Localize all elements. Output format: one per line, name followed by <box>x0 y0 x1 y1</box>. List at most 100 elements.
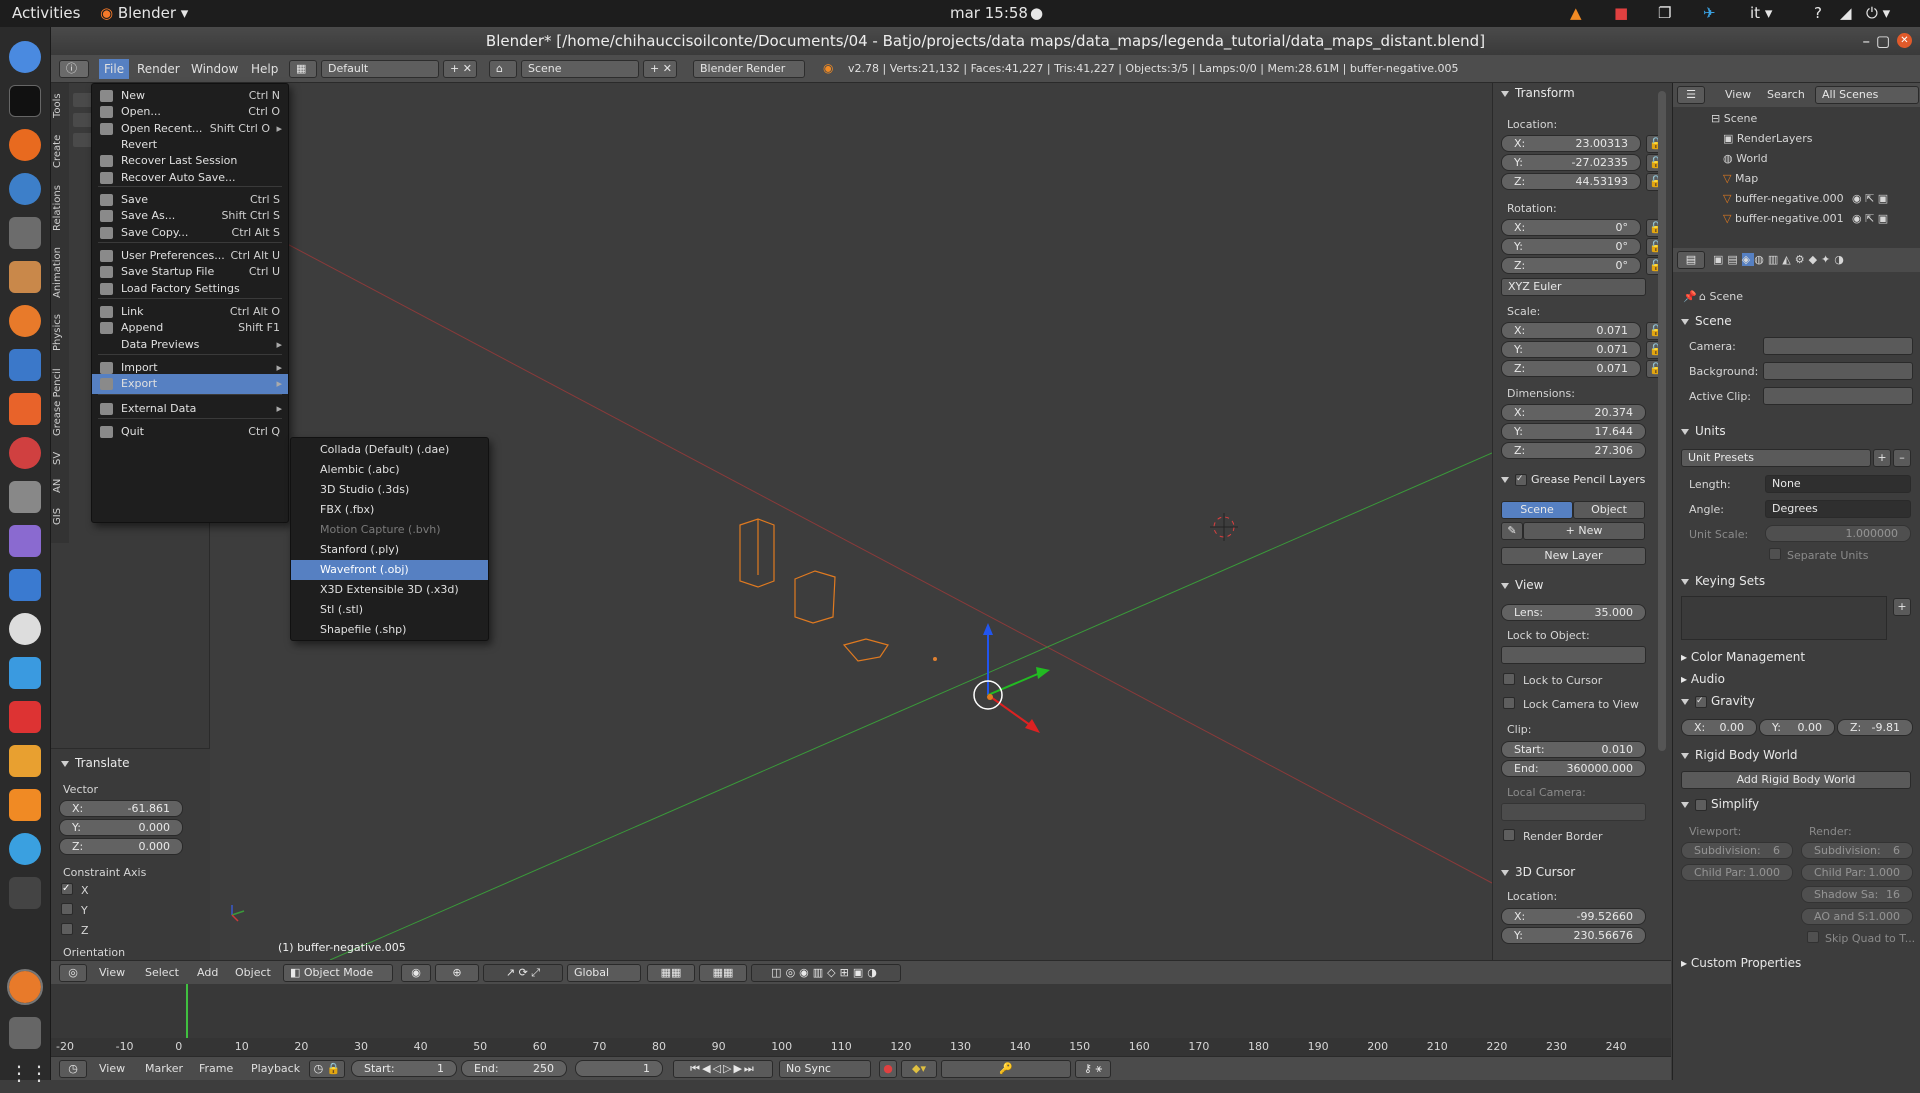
telegram-tray-icon[interactable]: ✈ <box>1703 4 1716 22</box>
vlc-dock-icon[interactable] <box>9 789 41 821</box>
lock-camera-checkbox[interactable] <box>1503 697 1515 709</box>
location-y-field[interactable]: Y: -27.02335 <box>1501 154 1641 171</box>
cursor-y-field[interactable]: Y: 230.56676 <box>1501 927 1646 944</box>
shadow-samples-field[interactable]: Shadow Sa: 16 <box>1801 886 1913 903</box>
menu-file[interactable]: File <box>99 59 130 79</box>
blender-dock-icon[interactable] <box>9 305 41 337</box>
firefox-icon[interactable] <box>9 129 41 161</box>
active-clip-field[interactable] <box>1763 387 1913 405</box>
scale-z-field[interactable]: Z: 0.071 <box>1501 360 1641 377</box>
current-frame-marker[interactable] <box>186 984 188 1038</box>
gp-scene-toggle[interactable]: Scene <box>1501 501 1573 519</box>
recorder-tray-icon[interactable]: ■ <box>1614 4 1628 22</box>
separate-units-checkbox[interactable] <box>1769 548 1781 560</box>
file-menu-item-quit[interactable]: Quit Ctrl Q <box>92 422 288 442</box>
timeline[interactable]: -20 -10 0 10 20 30 40 50 60 70 80 90 100 110 120 130 140… <box>51 984 1671 1056</box>
outliner-editor-icon[interactable]: ☰ <box>1677 86 1705 104</box>
ao-sss-field[interactable]: AO and S: 1.000 <box>1801 908 1913 925</box>
tab-tools[interactable]: Tools <box>52 91 68 121</box>
screen-layout-add-remove[interactable]: + ✕ <box>443 60 477 78</box>
clip-start-field[interactable]: Start: 0.010 <box>1501 741 1646 758</box>
sync-mode-select[interactable]: No Sync <box>779 1060 871 1078</box>
dimension-y-field[interactable]: Y: 17.644 <box>1501 423 1646 440</box>
file-menu-item-recover-auto-save[interactable]: Recover Auto Save... <box>92 168 288 188</box>
export-item-wavefront-obj[interactable]: Wavefront (.obj) <box>291 560 488 580</box>
unit-preset-remove-button[interactable]: – <box>1893 449 1911 467</box>
menu-help[interactable]: Help <box>251 62 278 76</box>
preview-range-toggles[interactable]: ◷ 🔒 <box>309 1060 345 1078</box>
clip-end-field[interactable]: End: 360000.000 <box>1501 760 1646 777</box>
length-select[interactable]: None <box>1765 475 1911 493</box>
gravity-z-field[interactable]: Z: -9.81 <box>1837 719 1913 736</box>
rotation-z-field[interactable]: Z: 0° <box>1501 257 1641 274</box>
export-item-motion-capture-bvh[interactable]: Motion Capture (.bvh) <box>291 520 488 540</box>
text-editor-icon[interactable] <box>9 745 41 777</box>
transform-orientation-select[interactable]: Global <box>567 964 641 982</box>
start-frame-field[interactable]: Start: 1 <box>351 1060 457 1077</box>
file-menu-item-export[interactable]: Export ▸ <box>92 374 288 394</box>
rotation-mode-select[interactable]: XYZ Euler <box>1501 278 1646 296</box>
timeline-area[interactable] <box>51 984 1671 1038</box>
shading-select[interactable]: ◉ <box>401 964 431 982</box>
clock[interactable]: mar 15:58 <box>950 4 1028 22</box>
outliner-item-buffer-000[interactable]: ▽ buffer-negative.000 <box>1723 192 1844 205</box>
gravity-y-field[interactable]: Y: 0.00 <box>1759 719 1835 736</box>
transfer-icon[interactable] <box>9 569 41 601</box>
unit-preset-add-button[interactable]: + <box>1873 449 1891 467</box>
audio-panel-title[interactable]: ▸ Audio <box>1681 672 1725 686</box>
export-item-shapefile-shp[interactable]: Shapefile (.shp) <box>291 620 488 640</box>
scene-add-remove[interactable]: + ✕ <box>643 60 677 78</box>
scene-field[interactable]: Scene <box>521 60 639 78</box>
tab-animation[interactable]: Animation <box>52 243 68 303</box>
background-field[interactable] <box>1763 362 1913 380</box>
pin-icon[interactable]: 📌 <box>1683 290 1697 303</box>
constraint-y-checkbox[interactable] <box>61 903 73 915</box>
close-button[interactable]: ✕ <box>1897 33 1912 48</box>
network-icon[interactable]: ◢ <box>1840 4 1852 22</box>
screen-layout-field[interactable]: Default <box>321 60 439 78</box>
layers-row-2[interactable]: ▦▦ <box>699 964 747 982</box>
virtualbox-icon[interactable] <box>9 657 41 689</box>
file-menu-item-save-copy[interactable]: Save Copy... Ctrl Alt S <box>92 223 288 243</box>
editor-type-icon[interactable]: ⓘ <box>59 60 89 78</box>
eye-app-icon[interactable] <box>9 613 41 645</box>
gp-new-button[interactable]: + New <box>1523 522 1645 540</box>
properties-editor-icon[interactable]: ▤ <box>1677 251 1705 269</box>
keying-sets-list[interactable] <box>1681 596 1887 640</box>
timeline-editor-icon[interactable]: ◷ <box>59 1060 87 1078</box>
vector-z-field[interactable]: Z: 0.000 <box>59 838 183 855</box>
translate-title[interactable]: Translate <box>61 756 130 770</box>
object-mode-select[interactable]: ◧ Object Mode <box>283 964 393 982</box>
simplify-render-child-field[interactable]: Child Par: 1.000 <box>1801 864 1913 881</box>
menu-render[interactable]: Render <box>137 62 180 76</box>
simplify-render-subdivision-field[interactable]: Subdivision: 6 <box>1801 842 1913 859</box>
keying-set-field[interactable]: 🔑 <box>941 1060 1071 1078</box>
app-menu[interactable]: ◉ Blender ▾ <box>100 4 188 22</box>
camera-icon[interactable] <box>9 481 41 513</box>
pivot-select[interactable]: ⊕ <box>435 964 479 982</box>
grease-pencil-layers-title[interactable]: ✓ Grease Pencil Layers <box>1501 473 1645 486</box>
outliner-item-world[interactable]: ◍ World <box>1723 152 1768 165</box>
scene-icon[interactable]: ⌂ <box>489 60 517 78</box>
current-frame-field[interactable]: 1 <box>575 1060 663 1077</box>
camera-field[interactable] <box>1763 337 1913 355</box>
outliner-menu-view[interactable]: View <box>1725 88 1751 101</box>
software-icon[interactable] <box>9 393 41 425</box>
tab-sv[interactable]: SV <box>52 447 68 469</box>
viewport-toolbar-icons[interactable]: ◫◎◉▥◇⊞▣◑ <box>751 964 901 982</box>
maximize-button[interactable]: ▢ <box>1876 27 1890 55</box>
timeline-menu-playback[interactable]: Playback <box>251 1062 300 1075</box>
constraint-x-checkbox[interactable]: ✓ <box>61 883 73 895</box>
outliner-filter-select[interactable]: All Scenes <box>1815 86 1919 104</box>
tab-gis[interactable]: GIS <box>52 503 68 529</box>
properties-context-tabs[interactable]: ▣▤◈◍▥◭⚙◆✦◑ <box>1713 253 1848 266</box>
vector-x-field[interactable]: X: -61.861 <box>59 800 183 817</box>
keyboard-layout[interactable]: it ▾ <box>1750 4 1772 22</box>
viewport-menu-object[interactable]: Object <box>235 966 271 979</box>
calculator-icon[interactable] <box>9 1017 41 1049</box>
scene-panel-title[interactable]: Scene <box>1681 314 1732 328</box>
scale-x-field[interactable]: X: 0.071 <box>1501 322 1641 339</box>
activities-button[interactable]: Activities <box>12 4 80 22</box>
viewport-menu-view[interactable]: View <box>99 966 125 979</box>
skip-quad-checkbox[interactable] <box>1807 931 1819 943</box>
